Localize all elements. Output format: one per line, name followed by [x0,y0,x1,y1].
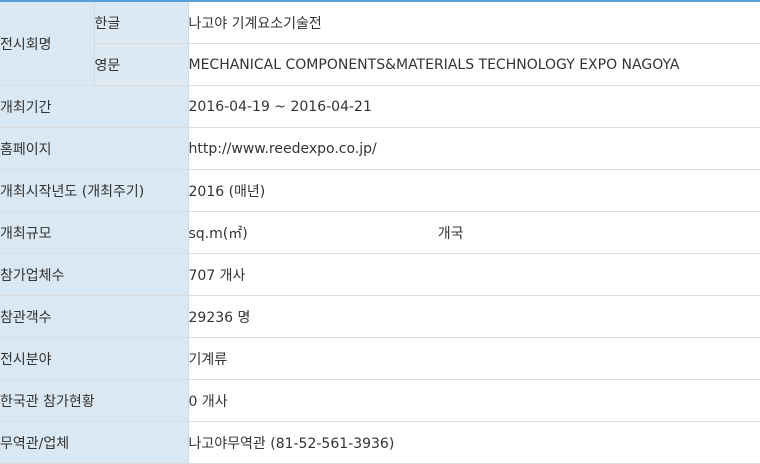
row-exhibitors: 참가업체수 707 개사 [0,253,760,296]
visitors-value: 29236 명 [188,295,760,338]
row-scale: 개최규모 sq.m(㎡) 개국 [0,211,760,254]
period-value: 2016-04-19 ~ 2016-04-21 [188,85,760,128]
row-period: 개최기간 2016-04-19 ~ 2016-04-21 [0,85,760,128]
row-field: 전시분야 기계류 [0,337,760,380]
homepage-label: 홈페이지 [0,127,189,170]
exhibition-name-label: 전시회명 [0,1,95,86]
trade-office-label: 무역관/업체 [0,421,189,464]
start-year-value: 2016 (매년) [188,169,760,212]
english-name-value: MECHANICAL COMPONENTS&MATERIALS TECHNOLO… [188,43,760,86]
scale-countries: 개국 [437,225,464,242]
korean-name-label: 한글 [94,1,189,44]
exhibition-info-table: 전시회명 한글 나고야 기계요소기술전 영문 MECHANICAL COMPON… [0,0,760,464]
visitors-label: 참관객수 [0,295,189,338]
scale-area: sq.m(㎡) [188,225,248,242]
korean-name-value: 나고야 기계요소기술전 [188,1,760,44]
trade-office-value: 나고야무역관 (81-52-561-3936) [188,421,760,464]
row-visitors: 참관객수 29236 명 [0,295,760,338]
row-korea-pavilion: 한국관 참가현황 0 개사 [0,379,760,422]
start-year-label: 개최시작년도 (개최주기) [0,169,189,212]
exhibitors-value: 707 개사 [188,253,760,296]
row-trade-office: 무역관/업체 나고야무역관 (81-52-561-3936) [0,421,760,464]
korea-pavilion-label: 한국관 참가현황 [0,379,189,422]
exhibitors-label: 참가업체수 [0,253,189,296]
row-start-year: 개최시작년도 (개최주기) 2016 (매년) [0,169,760,212]
scale-value: sq.m(㎡) 개국 [188,211,760,254]
field-label: 전시분야 [0,337,189,380]
scale-label: 개최규모 [0,211,189,254]
row-homepage: 홈페이지 http://www.reedexpo.co.jp/ [0,127,760,170]
row-exhibition-name-korean: 전시회명 한글 나고야 기계요소기술전 [0,1,760,86]
field-value: 기계류 [188,337,760,380]
english-name-label: 영문 [94,43,189,86]
homepage-link[interactable]: http://www.reedexpo.co.jp/ [188,127,760,170]
period-label: 개최기간 [0,85,189,128]
row-exhibition-name-english: 영문 MECHANICAL COMPONENTS&MATERIALS TECHN… [0,43,760,86]
korea-pavilion-value: 0 개사 [188,379,760,422]
